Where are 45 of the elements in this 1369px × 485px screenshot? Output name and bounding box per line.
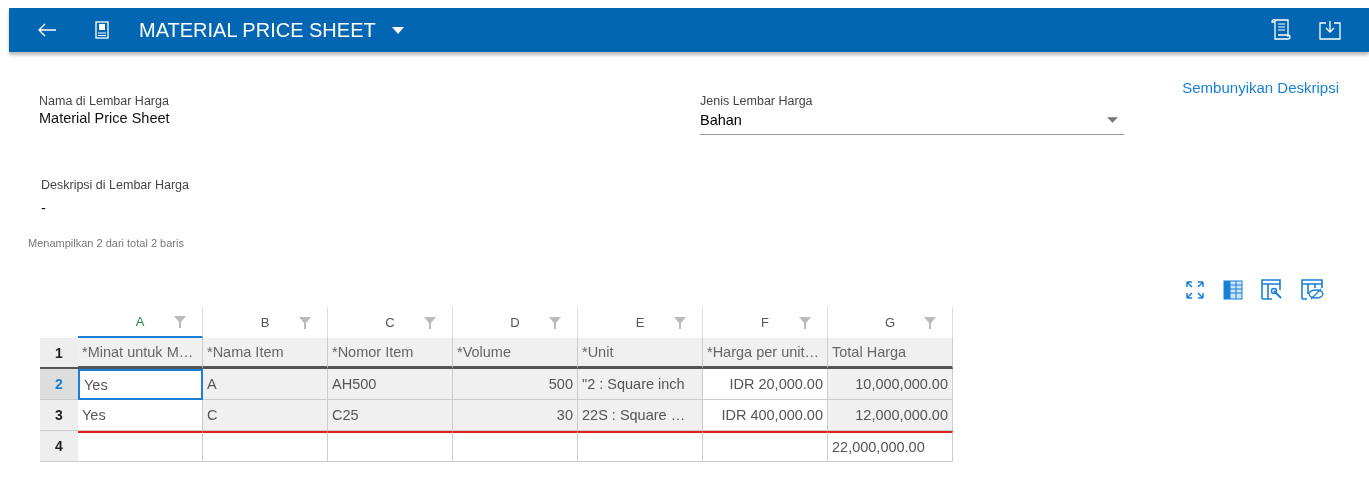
table-cell[interactable]: Total Harga xyxy=(828,338,953,369)
table-cell[interactable]: C xyxy=(203,400,328,431)
table-cell[interactable]: 30 xyxy=(453,400,578,431)
back-arrow-icon[interactable] xyxy=(37,23,57,37)
table-cell[interactable]: IDR 20,000.00 xyxy=(703,369,828,400)
table-cell[interactable]: *Harga per unit… xyxy=(703,338,828,369)
price-sheet-type-dropdown[interactable]: Bahan xyxy=(700,110,1124,135)
table-cell[interactable]: C25 xyxy=(328,400,453,431)
scroll-document-icon[interactable] xyxy=(1271,19,1291,41)
expand-icon[interactable] xyxy=(1185,280,1205,300)
row-header[interactable]: 1 xyxy=(40,338,78,369)
column-header[interactable]: A xyxy=(78,307,203,338)
table-icon[interactable] xyxy=(1223,280,1243,300)
hidden-columns-icon[interactable] xyxy=(1301,279,1325,301)
table-cell[interactable]: A xyxy=(203,369,328,400)
caret-down-icon[interactable] xyxy=(391,26,404,34)
download-icon[interactable] xyxy=(1319,20,1341,40)
caret-down-icon[interactable] xyxy=(1107,117,1118,123)
table-cell[interactable]: AH500 xyxy=(328,369,453,400)
table-cell[interactable]: *Nomor Item xyxy=(328,338,453,369)
table-cell[interactable]: *Volume xyxy=(453,338,578,369)
price-document-icon xyxy=(95,21,109,39)
table-cell[interactable]: 12,000,000.00 xyxy=(828,400,953,431)
field-label: Jenis Lembar Harga xyxy=(700,94,814,108)
field-value: - xyxy=(41,200,47,216)
page-title: MATERIAL PRICE SHEET xyxy=(139,18,376,42)
table-cell[interactable]: *Nama Item xyxy=(203,338,328,369)
field-value: Material Price Sheet xyxy=(39,110,171,126)
table-cell[interactable]: *Unit xyxy=(578,338,703,369)
field-label: Deskripsi di Lembar Harga xyxy=(41,178,190,192)
row-header[interactable]: 4 xyxy=(40,431,78,462)
hide-description-link[interactable]: Sembunyikan Deskripsi xyxy=(1182,79,1339,96)
table-cell[interactable]: "2 : Square inch xyxy=(578,369,703,400)
table-cell[interactable]: 10,000,000.00 xyxy=(828,369,953,400)
table-cell[interactable]: Yes xyxy=(78,369,203,400)
table-cell[interactable]: *Minat untuk M… xyxy=(78,338,203,369)
table-cell[interactable]: 500 xyxy=(453,369,578,400)
table-cell[interactable]: 22,000,000.00 xyxy=(828,431,953,462)
row-header[interactable]: 3 xyxy=(40,400,78,431)
table-cell[interactable]: 22S : Square … xyxy=(578,400,703,431)
table-cell[interactable]: Yes xyxy=(78,400,203,431)
table-cell[interactable]: IDR 400,000.00 xyxy=(703,400,828,431)
table-settings-icon[interactable] xyxy=(1261,279,1283,301)
field-label: Nama di Lembar Harga xyxy=(39,94,170,108)
row-count-text: Menampilkan 2 dari total 2 baris xyxy=(27,236,185,249)
